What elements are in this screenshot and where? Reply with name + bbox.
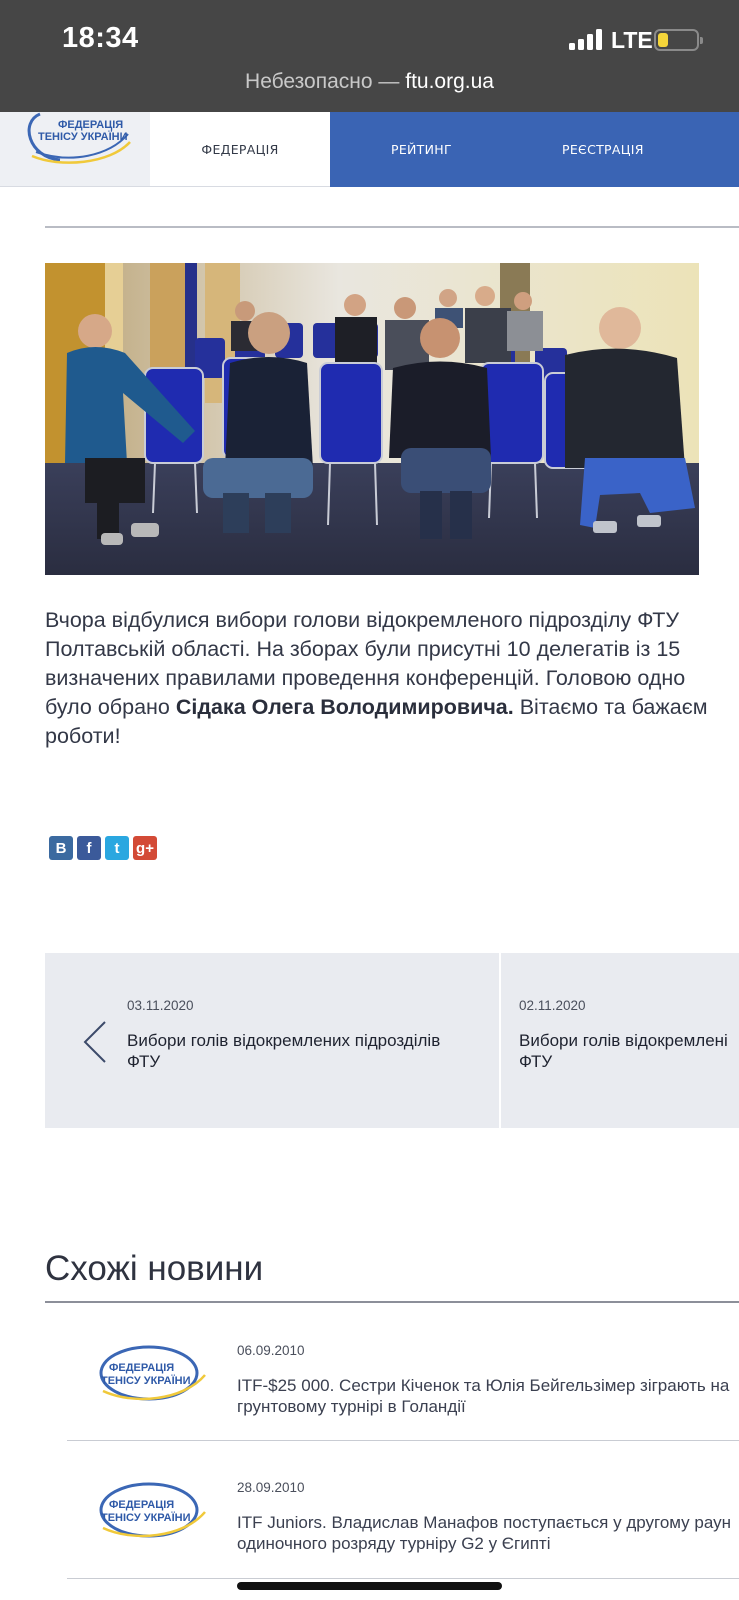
nav-item-registration[interactable]: РЕЄСТРАЦІЯ [562, 112, 644, 187]
battery-icon [654, 29, 703, 51]
ftu-logo-thumbnail: ФЕДЕРАЦІЯ ТЕНІСУ УКРАЇНИ [99, 1482, 206, 1538]
article-body: Вчора відбулися вибори голови відокремле… [45, 606, 739, 751]
article-line: роботи! [45, 724, 121, 748]
article-line: Полтавській області. На зборах були прис… [45, 637, 681, 661]
vk-icon[interactable]: В [49, 836, 73, 860]
related-news-item[interactable]: ФЕДЕРАЦІЯ ТЕНІСУ УКРАЇНИ 06.09.2010 ITF-… [67, 1325, 739, 1441]
status-bar: 18:34 LTE Небезопасно — ftu.org.ua [0, 0, 739, 112]
elected-name: Сідака Олега Володимировича. [175, 695, 514, 719]
related-news-heading: Схожі новини [45, 1249, 264, 1288]
network-type: LTE [611, 27, 653, 53]
svg-text:ФЕДЕРАЦІЯ: ФЕДЕРАЦІЯ [109, 1499, 174, 1511]
home-indicator[interactable] [237, 1582, 502, 1590]
article-line: визначених правилами проведення конферен… [45, 666, 686, 690]
next-post-link[interactable]: 02.11.2020 Вибори голів відокремлені ФТУ [501, 953, 739, 1128]
security-label: Небезопасно — [245, 70, 400, 93]
related-news-date: 28.09.2010 [237, 1480, 305, 1495]
twitter-icon[interactable]: t [105, 836, 129, 860]
google-plus-icon[interactable]: g+ [133, 836, 157, 860]
content-divider [45, 226, 739, 228]
svg-text:ТЕНІСУ УКРАЇНИ: ТЕНІСУ УКРАЇНИ [101, 1374, 191, 1387]
next-post-title: Вибори голів відокремлені ФТУ [519, 1031, 728, 1071]
svg-text:ТЕНІСУ УКРАЇНИ: ТЕНІСУ УКРАЇНИ [38, 130, 128, 143]
post-navigation: 03.11.2020 Вибори голів відокремлених пі… [45, 953, 739, 1128]
chevron-left-icon [83, 1021, 106, 1063]
site-logo[interactable]: ФЕДЕРАЦІЯ ТЕНІСУ УКРАЇНИ [0, 112, 150, 187]
related-news-item[interactable]: ФЕДЕРАЦІЯ ТЕНІСУ УКРАЇНИ 28.09.2010 ITF … [67, 1462, 739, 1579]
address-bar[interactable]: Небезопасно — ftu.org.ua [0, 70, 739, 94]
svg-text:ТЕНІСУ УКРАЇНИ: ТЕНІСУ УКРАЇНИ [101, 1511, 191, 1524]
article-line: було обрано Сідака Олега Володимировича.… [45, 695, 708, 719]
ftu-logo-thumbnail: ФЕДЕРАЦІЯ ТЕНІСУ УКРАЇНИ [99, 1345, 206, 1401]
prev-post-link[interactable]: 03.11.2020 Вибори голів відокремлених пі… [45, 953, 499, 1128]
signal-strength-icon [569, 28, 603, 50]
ftu-logo-icon: ФЕДЕРАЦІЯ ТЕНІСУ УКРАЇНИ [27, 112, 131, 164]
related-news-title: ITF-$25 000. Сестри Кіченок та Юлія Бейг… [237, 1376, 730, 1416]
share-buttons: В f t g+ [49, 836, 157, 860]
prev-post-date: 03.11.2020 [127, 998, 194, 1013]
svg-text:ФЕДЕРАЦІЯ: ФЕДЕРАЦІЯ [58, 119, 123, 131]
domain-text: ftu.org.ua [405, 70, 494, 93]
prev-post-title: Вибори голів відокремлених підрозділів Ф… [127, 1031, 441, 1071]
related-news-date: 06.09.2010 [237, 1343, 305, 1358]
clock: 18:34 [62, 22, 139, 54]
article-photo [45, 263, 699, 575]
related-news-divider [45, 1301, 739, 1303]
nav-blue-bar: РЕЙТИНГ РЕЄСТРАЦІЯ [330, 112, 739, 187]
related-news-title: ITF Juniors. Владислав Манафов поступаєт… [237, 1513, 732, 1553]
article-line: Вчора відбулися вибори голови відокремле… [45, 608, 680, 632]
facebook-icon[interactable]: f [77, 836, 101, 860]
site-nav: ФЕДЕРАЦІЯ ТЕНІСУ УКРАЇНИ ФЕДЕРАЦІЯ РЕЙТИ… [0, 112, 739, 187]
svg-text:ФЕДЕРАЦІЯ: ФЕДЕРАЦІЯ [109, 1362, 174, 1374]
next-post-date: 02.11.2020 [519, 998, 586, 1013]
nav-item-federation[interactable]: ФЕДЕРАЦІЯ [150, 112, 330, 187]
nav-item-rating[interactable]: РЕЙТИНГ [391, 112, 452, 187]
